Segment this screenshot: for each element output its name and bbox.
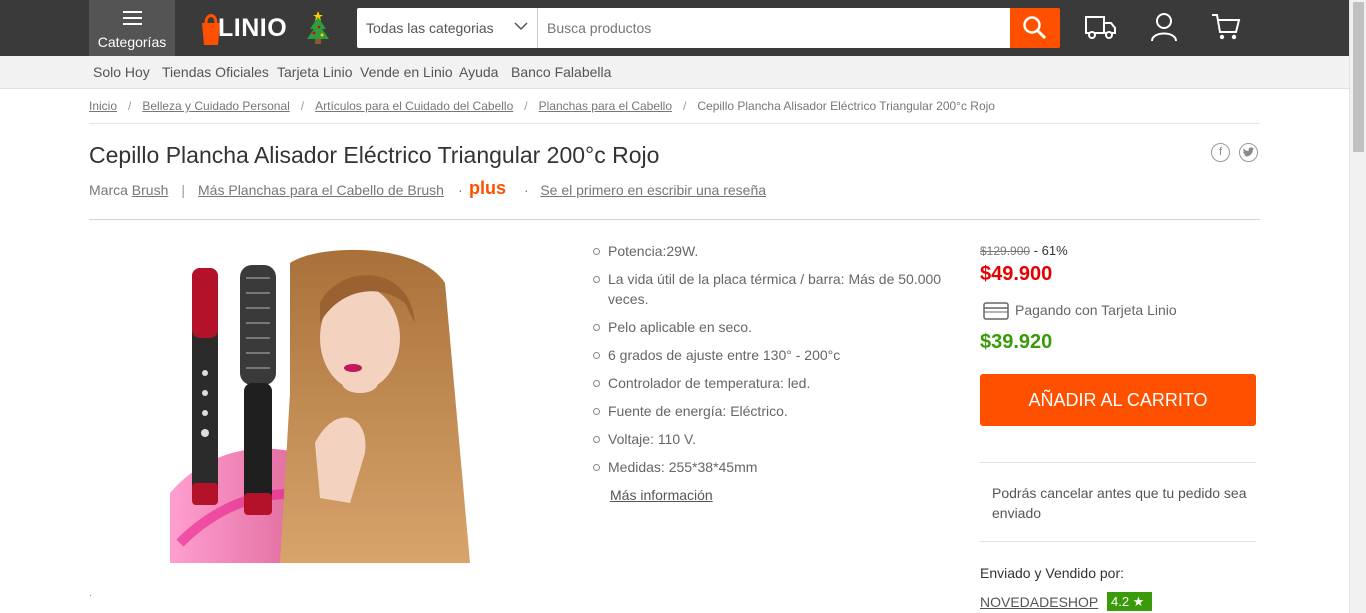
separator-dot: · [457,182,463,198]
nav-banco-falabella[interactable]: Banco Falabella [511,64,611,80]
current-price: $49.900 [980,263,1053,285]
more-brand-products-link[interactable]: Más Planchas para el Cabello de Brush [198,182,444,198]
christmas-tree-icon [307,11,329,44]
brand-line: Marca Brush | Más Planchas para el Cabello… [89,182,477,198]
separator-dot: · [524,182,529,198]
write-review-link[interactable]: Se el primero en escribir una reseña [540,182,766,198]
tiny-dot: . [89,588,92,599]
seller-rating-badge: 4.2 ★ [1107,592,1152,611]
feature-item: 6 grados de ajuste entre 130° - 200°c [591,345,961,365]
add-to-cart-button[interactable]: AÑADIR AL CARRITO [980,374,1256,426]
breadcrumb-current: Cepillo Plancha Alisador Eléctrico Trian… [697,99,995,113]
nav-tiendas-oficiales[interactable]: Tiendas Oficiales [162,64,269,80]
divider [980,541,1256,542]
categories-button[interactable]: Categorías [89,0,175,56]
search-button[interactable] [1010,8,1060,48]
plus-badge: plus [469,178,507,198]
breadcrumb-separator: / [128,99,132,113]
cancel-note: Podrás cancelar antes que tu pedido sea … [992,485,1247,521]
review-line: · Se el primero en escribir una reseña [524,182,766,198]
product-title: Cepillo Plancha Alisador Eléctrico Trian… [89,142,660,168]
logo-text: LINIO [218,14,288,42]
category-select[interactable]: Todas las categorias [357,8,538,48]
top-bar: Categorías LINIO Todas las categorias [0,0,1349,56]
breadcrumb-separator: / [524,99,528,113]
delivery-truck-icon[interactable] [1084,12,1118,42]
linio-logo[interactable]: LINIO [200,8,335,48]
discount: - 61% [1030,243,1068,258]
brand-prefix: Marca [89,182,128,198]
nav-solo-hoy[interactable]: Solo Hoy [93,64,150,80]
divider [89,123,1260,124]
product-image[interactable] [170,243,500,563]
feature-item: Pelo aplicable en seco. [591,317,961,337]
nav-tarjeta-linio[interactable]: Tarjeta Linio [277,64,353,80]
feature-list: Potencia:29W. La vida útil de la placa t… [591,241,961,485]
twitter-share-icon[interactable] [1239,143,1258,162]
feature-item: Voltaje: 110 V. [591,429,961,449]
feature-item: Fuente de energía: Eléctrico. [591,401,961,421]
facebook-share-icon[interactable]: f [1211,143,1230,162]
old-price: $129.900 [980,244,1031,258]
categories-label: Categorías [97,34,167,50]
menu-icon [123,11,142,29]
sold-by-label: Enviado y Vendido por: [980,565,1124,581]
more-info-link[interactable]: Más información [610,487,713,503]
search-icon [1023,16,1047,40]
breadcrumb-inicio[interactable]: Inicio [89,99,117,113]
search-bar: Todas las categorias [357,8,1060,48]
feature-item: Medidas: 255*38*45mm [591,457,961,477]
feature-item: Potencia:29W. [591,241,961,261]
credit-card-icon [983,302,1009,321]
breadcrumb-separator: / [683,99,687,113]
divider [980,462,1256,463]
breadcrumb-separator: / [300,99,305,113]
breadcrumb: Inicio / Belleza y Cuidado Personal / Artícu… [89,99,995,113]
card-payment-line: Pagando con Tarjeta Linio [983,302,1177,321]
nav-vende-en-linio[interactable]: Vende en Linio [360,64,453,80]
scrollbar-thumb[interactable] [1353,2,1364,152]
brand-link[interactable]: Brush [132,182,169,198]
card-price: $39.920 [980,331,1053,353]
breadcrumb-belleza[interactable]: Belleza y Cuidado Personal [142,99,289,113]
old-price-line: $129.900 - 61% [980,243,1068,258]
nav-ayuda[interactable]: Ayuda [459,64,498,80]
twitter-bird-icon [1243,147,1255,157]
card-payment-label: Pagando con Tarjeta Linio [1015,302,1177,318]
separator: | [181,182,186,198]
scrollbar[interactable] [1349,0,1366,613]
category-select-value: Todas las categorias [366,20,494,36]
breadcrumb-cuidado-cabello[interactable]: Artículos para el Cuidado del Cabello [315,99,513,113]
user-account-icon[interactable] [1150,12,1178,42]
seller-link[interactable]: NOVEDADESHOP [980,594,1098,610]
chevron-down-icon [514,22,528,31]
feature-item: Controlador de temperatura: led. [591,373,961,393]
breadcrumb-planchas[interactable]: Planchas para el Cabello [539,99,672,113]
feature-item: La vida útil de la placa térmica / barra… [591,269,961,309]
divider [89,219,1260,220]
secondary-nav: Solo Hoy Tiendas Oficiales Tarjeta Linio… [0,56,1349,89]
search-input[interactable] [538,8,1011,48]
shopping-cart-icon[interactable] [1210,12,1242,42]
